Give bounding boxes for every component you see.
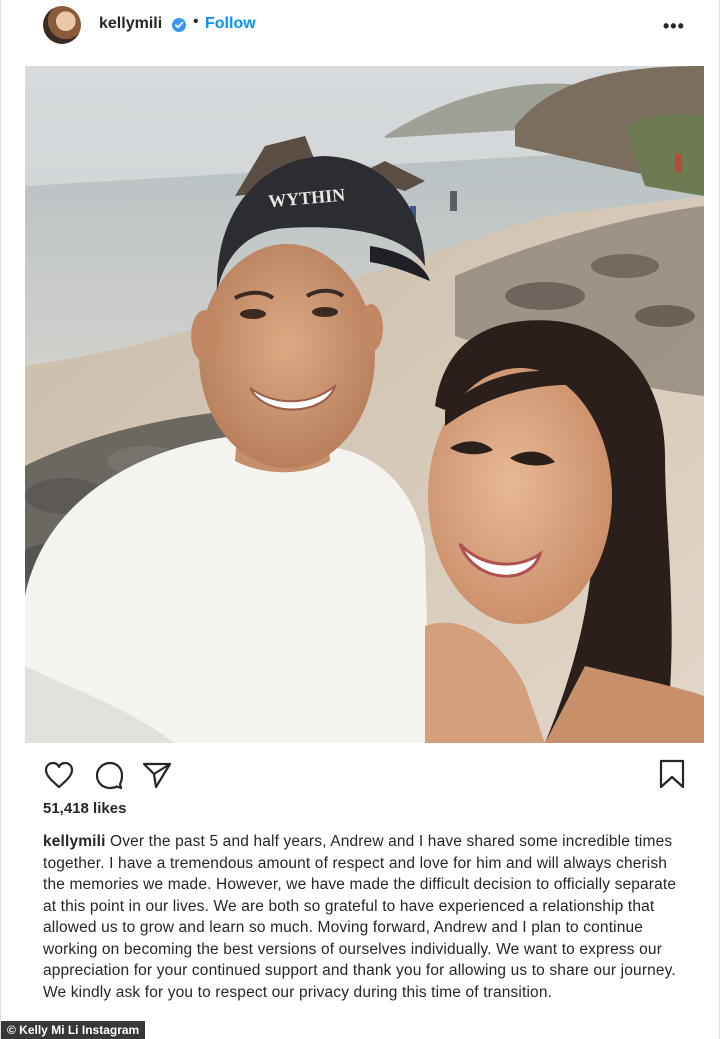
- avatar[interactable]: [43, 6, 81, 44]
- bookmark-icon: [658, 759, 686, 793]
- comment-icon: [93, 761, 125, 793]
- photo-credit: © Kelly Mi Li Instagram: [1, 1021, 146, 1039]
- post-username[interactable]: kellymili: [99, 15, 162, 33]
- caption-username[interactable]: kellymili: [43, 833, 106, 850]
- heart-icon: [43, 761, 75, 793]
- header-separator: •: [193, 13, 199, 30]
- post-photo[interactable]: WYTHIN: [25, 66, 704, 743]
- post-header: kellymili • Follow •••: [1, 0, 720, 58]
- post-caption: kellymili Over the past 5 and half years…: [43, 831, 693, 1003]
- like-button[interactable]: [43, 760, 75, 793]
- caption-text: Over the past 5 and half years, Andrew a…: [43, 833, 677, 1001]
- verified-badge-icon: [172, 18, 186, 32]
- save-button[interactable]: [658, 758, 686, 793]
- instagram-post: kellymili • Follow ••• WYTHIN 51,418 lik…: [0, 0, 720, 1039]
- paper-plane-icon: [141, 762, 173, 793]
- comment-button[interactable]: [93, 760, 125, 793]
- share-button[interactable]: [141, 760, 173, 793]
- more-options-button[interactable]: •••: [663, 16, 685, 37]
- likes-count[interactable]: 51,418 likes: [43, 800, 126, 817]
- follow-button[interactable]: Follow: [205, 15, 256, 33]
